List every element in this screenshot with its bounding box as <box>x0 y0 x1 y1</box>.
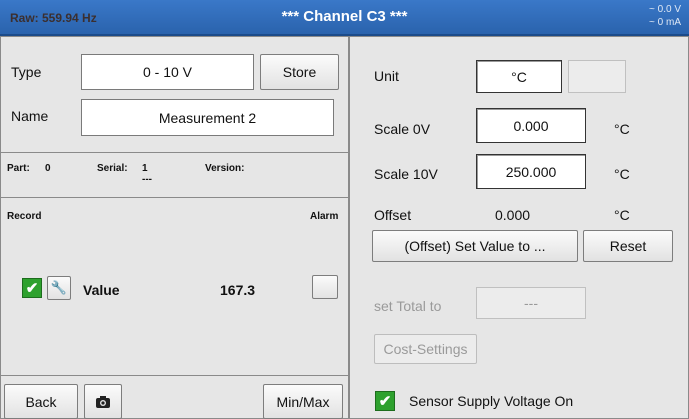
left-panel: Type 0 - 10 V Store Name Measurement 2 P… <box>0 36 349 419</box>
unit-field[interactable]: °C <box>476 60 562 93</box>
scale-10v-label: Scale 10V <box>374 166 438 182</box>
store-button[interactable]: Store <box>260 54 339 90</box>
serial-value: 1 <box>142 163 148 174</box>
check-icon: ✔ <box>25 280 39 297</box>
camera-icon <box>96 395 110 408</box>
scale-10v-field[interactable]: 250.000 <box>476 154 586 189</box>
divider <box>1 197 348 198</box>
wrench-button[interactable]: 🔧 <box>47 276 71 300</box>
check-icon: ✔ <box>378 393 392 410</box>
serial-label: Serial: <box>97 163 128 174</box>
divider <box>1 152 348 153</box>
offset-unit: °C <box>614 207 630 223</box>
offset-label: Offset <box>374 207 412 223</box>
type-label: Type <box>11 64 42 80</box>
scale-0v-label: Scale 0V <box>374 121 431 137</box>
min-max-button[interactable]: Min/Max <box>263 384 343 419</box>
wrench-icon: 🔧 <box>50 280 68 295</box>
alarm-checkbox[interactable] <box>312 275 338 299</box>
scale-0v-unit: °C <box>614 121 630 137</box>
value-number: 167.3 <box>220 282 256 298</box>
set-total-field: --- <box>476 287 586 319</box>
title-bar: Raw: 559.94 Hz *** Channel C3 *** ~ 0.0 … <box>0 0 689 36</box>
cost-settings-button: Cost-Settings <box>374 334 477 364</box>
unit-extra-field <box>568 60 626 93</box>
type-field[interactable]: 0 - 10 V <box>81 54 254 90</box>
scale-0v-field[interactable]: 0.000 <box>476 108 586 143</box>
divider <box>1 375 348 376</box>
set-total-label: set Total to <box>374 298 442 314</box>
record-checkbox[interactable]: ✔ <box>22 278 42 298</box>
output-readout: ~ 0.0 V ~ 0 mA <box>649 3 681 29</box>
version-label: Version: <box>205 163 245 174</box>
back-button[interactable]: Back <box>4 384 78 419</box>
value-label: Value <box>83 282 120 298</box>
name-label: Name <box>11 108 49 124</box>
set-offset-value-button[interactable]: (Offset) Set Value to ... <box>372 230 578 262</box>
alarm-label: Alarm <box>310 211 339 222</box>
voltage-readout: ~ 0.0 V <box>649 4 681 15</box>
right-panel: Unit °C Scale 0V 0.000 °C Scale 10V 250.… <box>349 36 689 419</box>
serial-sub: --- <box>142 174 152 185</box>
reset-button[interactable]: Reset <box>583 230 673 262</box>
part-label: Part: <box>7 163 30 174</box>
channel-title: *** Channel C3 *** <box>281 8 408 25</box>
scale-10v-unit: °C <box>614 166 630 182</box>
sensor-supply-label: Sensor Supply Voltage On <box>409 393 574 409</box>
camera-button[interactable] <box>84 384 122 419</box>
sensor-supply-checkbox[interactable]: ✔ <box>375 391 395 411</box>
record-label: Record <box>7 211 42 222</box>
unit-label: Unit <box>374 68 399 84</box>
part-value: 0 <box>45 163 51 174</box>
name-field[interactable]: Measurement 2 <box>81 99 334 136</box>
offset-value: 0.000 <box>495 207 531 223</box>
current-readout: ~ 0 mA <box>649 17 681 28</box>
